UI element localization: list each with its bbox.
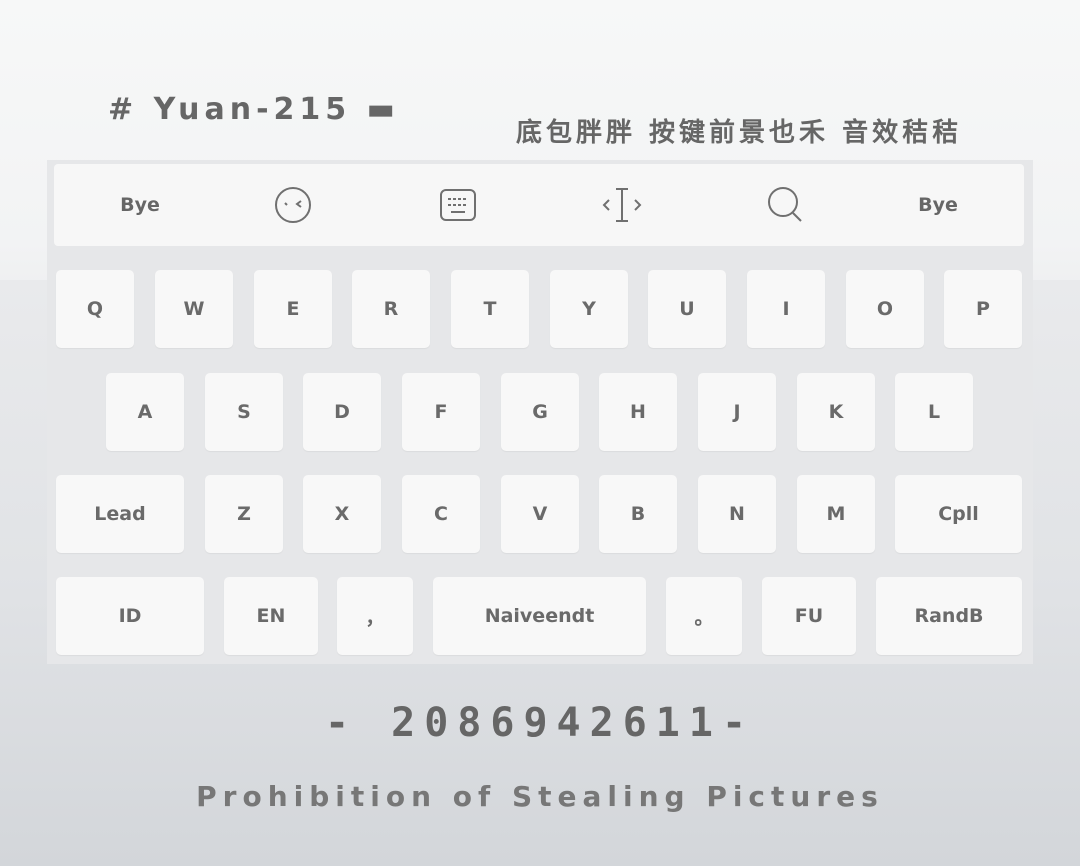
emoji-face-icon[interactable] <box>243 164 343 246</box>
key-b[interactable]: B <box>599 475 677 553</box>
key-z[interactable]: Z <box>205 475 283 553</box>
key-j[interactable]: J <box>698 373 776 451</box>
page-subtitle: 底包胖胖 按键前景也禾 音效秸秸 <box>516 118 963 148</box>
page-title: # Yuan-215 ▬ <box>108 92 400 127</box>
key-space[interactable]: Naiveendt <box>433 577 646 655</box>
key-w[interactable]: W <box>155 270 233 348</box>
key-q[interactable]: Q <box>56 270 134 348</box>
key-o[interactable]: O <box>846 270 924 348</box>
serial-number: - 2086942611- <box>324 700 756 746</box>
key-l[interactable]: L <box>895 373 973 451</box>
key-r[interactable]: R <box>352 270 430 348</box>
key-t[interactable]: T <box>451 270 529 348</box>
key-m[interactable]: M <box>797 475 875 553</box>
keyboard-icon[interactable] <box>408 164 508 246</box>
copyright-notice: Prohibition of Stealing Pictures <box>196 780 884 813</box>
keyboard-toolbar: Bye Bye <box>54 164 1024 246</box>
key-period[interactable]: 。 <box>666 577 742 655</box>
key-n[interactable]: N <box>698 475 776 553</box>
key-shift[interactable]: Lead <box>56 475 184 553</box>
key-f[interactable]: F <box>402 373 480 451</box>
key-y[interactable]: Y <box>550 270 628 348</box>
key-d[interactable]: D <box>303 373 381 451</box>
key-u[interactable]: U <box>648 270 726 348</box>
key-v[interactable]: V <box>501 475 579 553</box>
key-s[interactable]: S <box>205 373 283 451</box>
toolbar-right-button[interactable]: Bye <box>888 164 988 246</box>
key-g[interactable]: G <box>501 373 579 451</box>
key-fu[interactable]: FU <box>762 577 856 655</box>
key-h[interactable]: H <box>599 373 677 451</box>
search-icon[interactable] <box>736 164 836 246</box>
key-enter[interactable]: RandB <box>876 577 1022 655</box>
key-k[interactable]: K <box>797 373 875 451</box>
key-delete[interactable]: Cpll <box>895 475 1022 553</box>
text-cursor-icon[interactable] <box>572 164 672 246</box>
key-i[interactable]: I <box>747 270 825 348</box>
key-a[interactable]: A <box>106 373 184 451</box>
key-c[interactable]: C <box>402 475 480 553</box>
key-language[interactable]: EN <box>224 577 318 655</box>
key-x[interactable]: X <box>303 475 381 553</box>
toolbar-left-button[interactable]: Bye <box>90 164 190 246</box>
key-p[interactable]: P <box>944 270 1022 348</box>
key-e[interactable]: E <box>254 270 332 348</box>
key-comma[interactable]: ， <box>337 577 413 655</box>
key-id[interactable]: ID <box>56 577 204 655</box>
